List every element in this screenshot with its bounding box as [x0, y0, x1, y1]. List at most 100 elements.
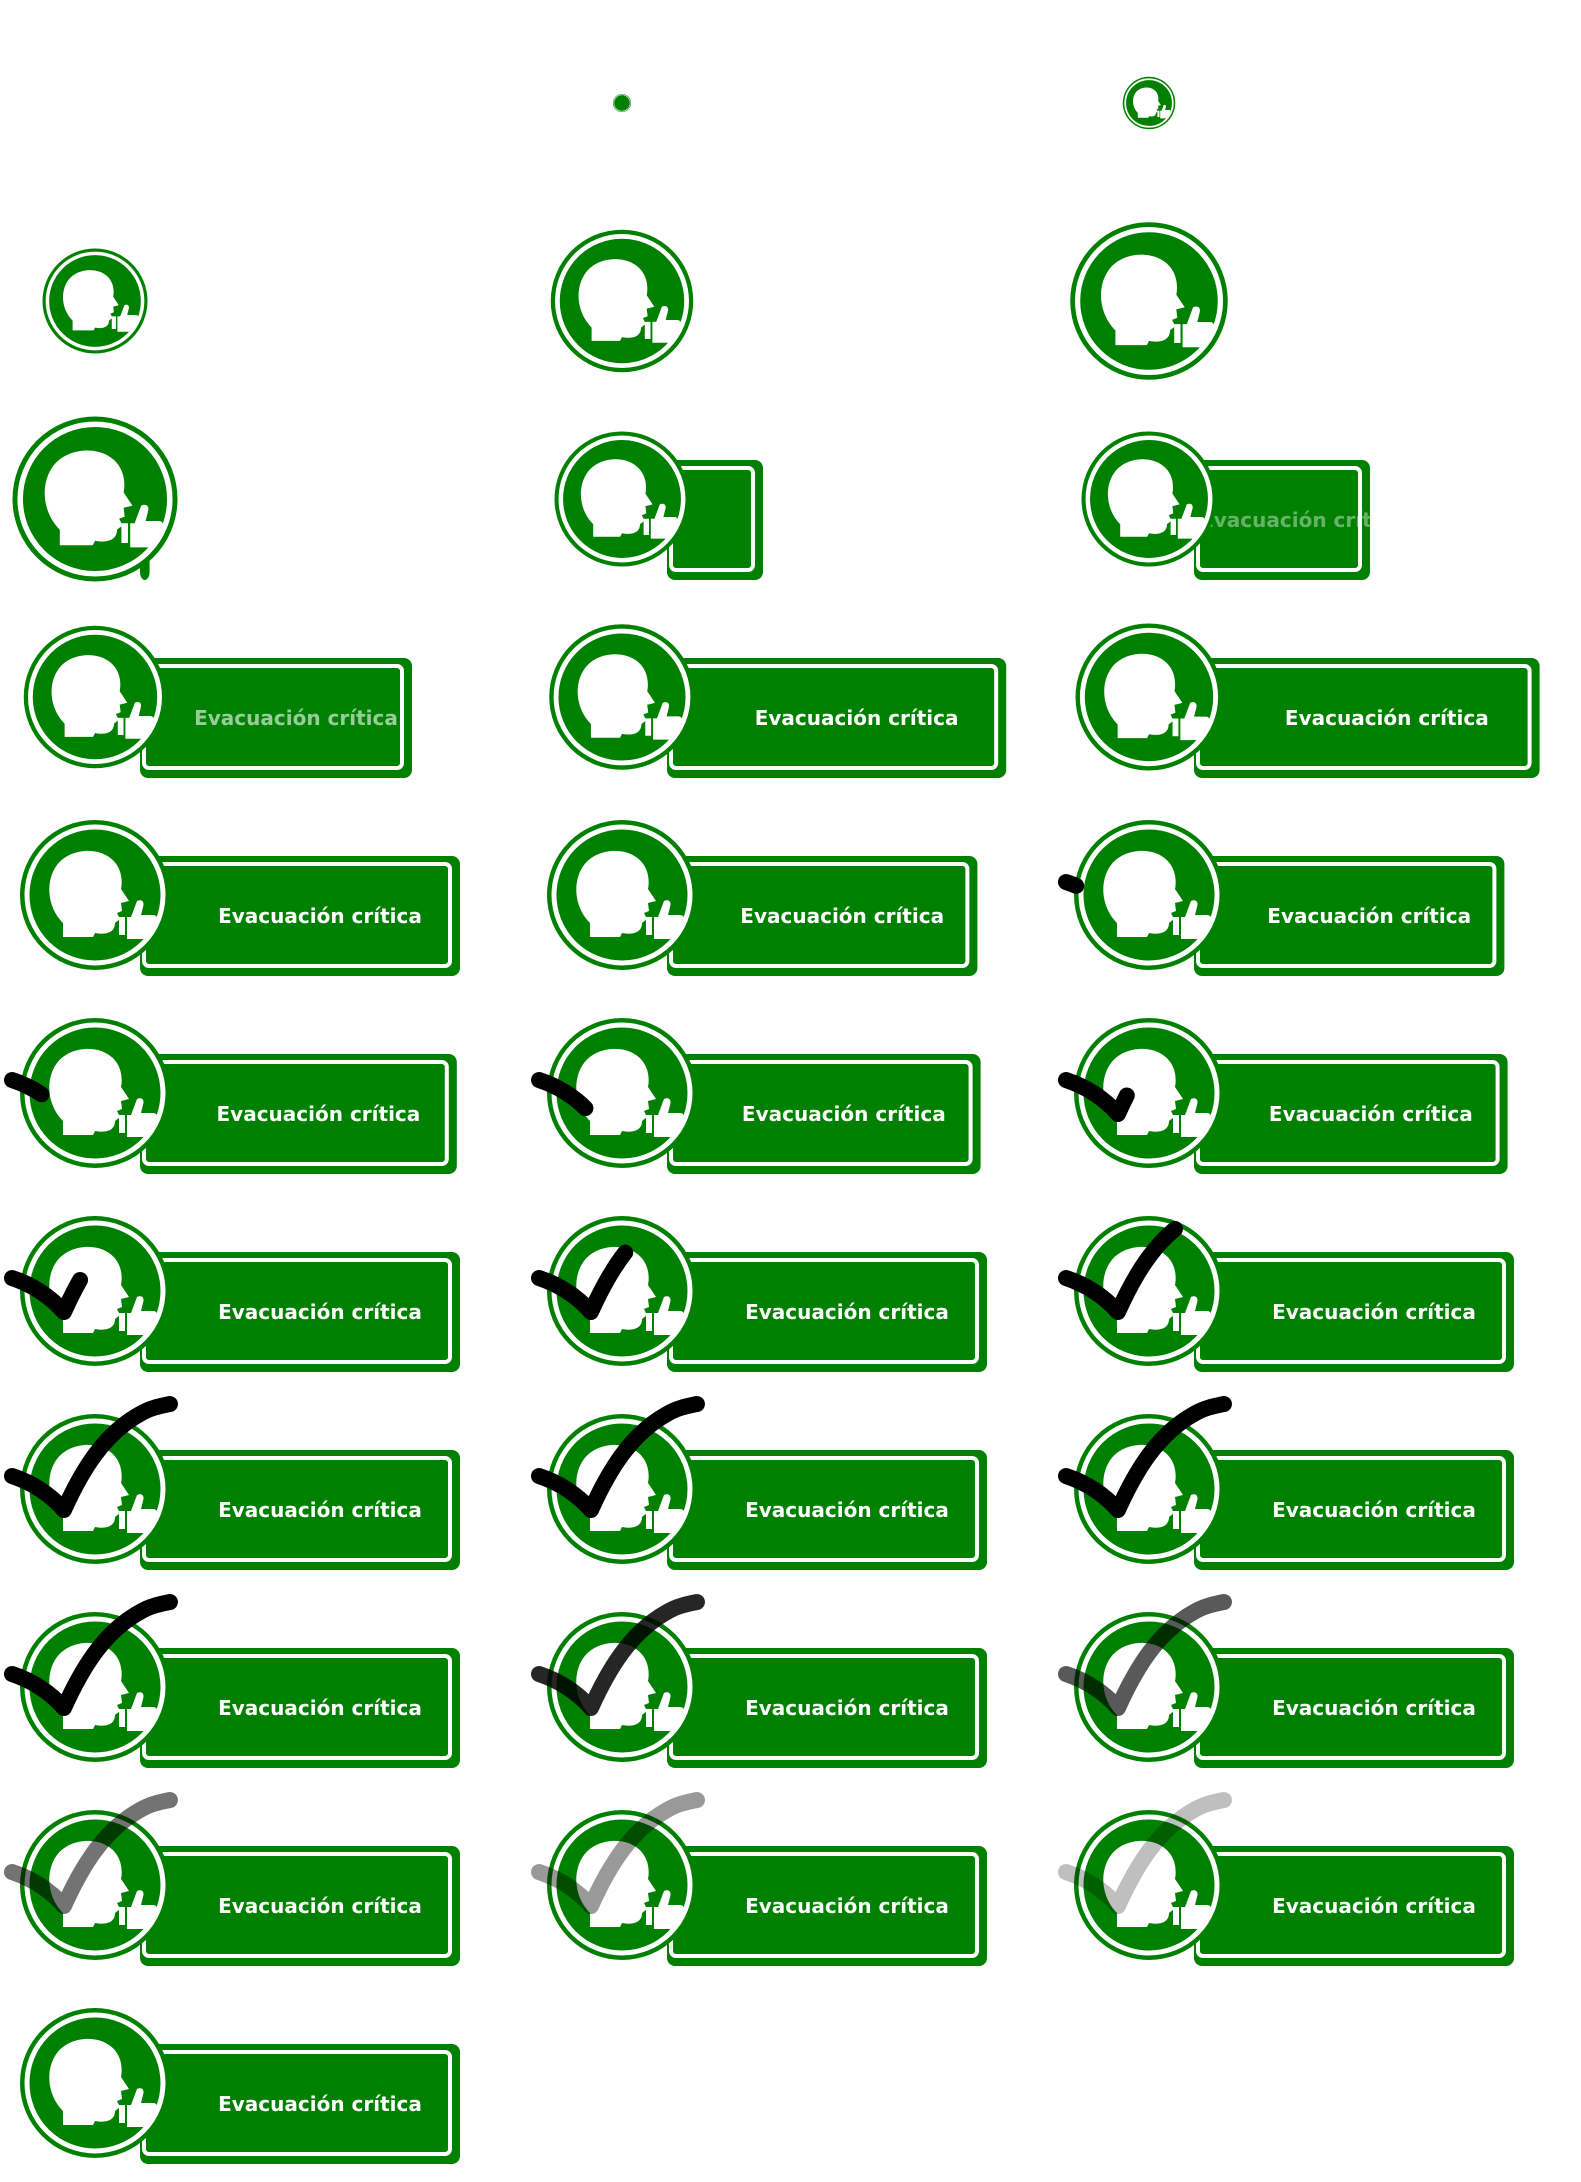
badge-graphic: Evacuación crítica [531, 1000, 981, 1174]
label-banner: Evacuación crítica [1194, 460, 1404, 580]
label-banner: Evacuación crítica [667, 856, 978, 976]
badge-label: Evacuación crítica [745, 1498, 949, 1522]
badge-frame: Evacuación crítica [1054, 1192, 1581, 1390]
badge-graphic: Evacuación crítica [547, 820, 978, 976]
badge-frame [527, 202, 1054, 400]
badge-frame: Evacuación crítica [0, 1984, 527, 2182]
label-banner: Evacuación crítica [140, 1252, 460, 1372]
badge-graphic: Evacuación crítica [531, 1792, 987, 1966]
animation-frame-sheet: Evacuación crítica Evacuación crítica Evac… [0, 0, 1581, 2178]
badge-label: Evacuación crítica [742, 1102, 946, 1126]
badge-graphic: Evacuación crítica [4, 1396, 460, 1570]
badge-label: Evacuación crítica [1267, 904, 1471, 928]
badge-graphic: Evacuación crítica [4, 1792, 460, 1966]
badge-frame: Evacuación crítica [527, 1390, 1054, 1588]
badge-graphic: Evacuación crítica [1058, 1198, 1514, 1372]
badge-graphic: Evacuación crítica [1058, 1396, 1514, 1570]
badge-label: Evacuación crítica [1272, 1498, 1476, 1522]
badge-frame: Evacuación crítica [527, 1588, 1054, 1786]
label-banner: Evacuación crítica [140, 658, 412, 778]
speaker-circle [549, 624, 695, 770]
badge-label: Evacuación crítica [218, 1300, 422, 1324]
badge-graphic: Evacuación crítica [531, 1396, 987, 1570]
badge-label: Evacuación crítica [740, 904, 944, 928]
badge-label: Evacuación crítica [218, 2092, 422, 2116]
label-banner: Evacuación crítica [140, 1054, 457, 1174]
speaker-circle [42, 248, 148, 354]
badge-graphic: Evacuación crítica [1081, 431, 1404, 580]
badge-graphic: Evacuación crítica [1058, 1594, 1514, 1768]
badge-frame: Evacuación crítica [527, 1192, 1054, 1390]
label-banner: Evacuación crítica [140, 1846, 460, 1966]
badge-frame: Evacuación crítica [0, 994, 527, 1192]
badge-graphic [613, 94, 631, 112]
label-banner: Evacuación crítica [667, 658, 1007, 778]
badge-graphic [554, 431, 763, 580]
badge-label: Evacuación crítica [218, 904, 422, 928]
badge-frame: Evacuación crítica [1054, 1786, 1581, 1984]
badge-label: Evacuación crítica [218, 1894, 422, 1918]
badge-frame: Evacuación crítica [527, 598, 1054, 796]
label-banner: Evacuación crítica [667, 1846, 987, 1966]
badge-graphic: Evacuación crítica [1058, 1000, 1508, 1174]
badge-graphic: Evacuación crítica [531, 1198, 987, 1372]
badge-frame: Evacuación crítica [1054, 994, 1581, 1192]
badge-frame: Evacuación crítica [0, 796, 527, 994]
badge-graphic [0, 4, 527, 202]
badge-graphic: Evacuación crítica [549, 624, 1007, 778]
label-banner: Evacuación crítica [1194, 1054, 1508, 1174]
speaker-circle [1074, 820, 1224, 970]
speaker-circle [1070, 222, 1228, 380]
label-banner: Evacuación crítica [140, 1450, 460, 1570]
badge-frame: Evacuación crítica [527, 1786, 1054, 1984]
badge-graphic [1122, 76, 1176, 130]
speaker-circle [547, 820, 697, 970]
label-banner: Evacuación crítica [1194, 1846, 1514, 1966]
badge-label: Evacuación crítica [1272, 1696, 1476, 1720]
speaker-circle [20, 2008, 170, 2158]
badge-label: Evacuación crítica [745, 1300, 949, 1324]
label-banner: Evacuación crítica [140, 856, 460, 976]
badge-graphic [1070, 222, 1228, 380]
label-banner: Evacuación crítica [667, 1054, 981, 1174]
badge-frame: Evacuación crítica [1054, 400, 1581, 598]
label-banner: Evacuación crítica [1194, 1648, 1514, 1768]
badge-graphic [42, 248, 148, 354]
speaker-circle [1075, 623, 1223, 771]
badge-frame [0, 400, 527, 598]
badge-graphic: Evacuación crítica [20, 820, 460, 976]
badge-frame: Evacuación crítica [527, 994, 1054, 1192]
badge-frame: Evacuación crítica [1054, 796, 1581, 994]
badge-frame [1054, 4, 1581, 202]
badge-frame [0, 202, 527, 400]
badge-label: Evacuación crítica [1269, 1102, 1473, 1126]
badge-frame [527, 400, 1054, 598]
badge-frame [527, 4, 1054, 202]
badge-graphic: Evacuación crítica [1075, 623, 1540, 778]
badge-frame: Evacuación crítica [1054, 1588, 1581, 1786]
badge-label: Evacuación crítica [194, 706, 398, 730]
badge-frame: Evacuación crítica [0, 1786, 527, 1984]
badge-label: Evacuación crítica [1272, 1300, 1476, 1324]
badge-label: Evacuación crítica [755, 706, 959, 730]
speaker-circle [12, 416, 178, 582]
badge-frame: Evacuación crítica [1054, 1390, 1581, 1588]
label-banner: Evacuación crítica [140, 1648, 460, 1768]
speaker-circle [554, 431, 690, 567]
badge-label: Evacuación crítica [1285, 706, 1489, 730]
speaker-circle [550, 229, 694, 373]
badge-frame [1054, 202, 1581, 400]
badge-graphic: Evacuación crítica [4, 1000, 457, 1174]
label-banner: Evacuación crítica [1194, 1450, 1514, 1570]
badge-frame: Evacuación crítica [0, 1588, 527, 1786]
badge-label: Evacuación crítica [745, 1696, 949, 1720]
badge-frame: Evacuación crítica [0, 598, 527, 796]
badge-graphic: Evacuación crítica [1058, 802, 1505, 976]
speaker-circle [1081, 431, 1217, 567]
badge-frame [0, 4, 527, 202]
label-banner: Evacuación crítica [1194, 1252, 1514, 1372]
badge-frame: Evacuación crítica [0, 1192, 527, 1390]
label-banner: Evacuación crítica [140, 2044, 460, 2164]
label-banner: Evacuación crítica [667, 1450, 987, 1570]
badge-label: Evacuación crítica [217, 1102, 421, 1126]
